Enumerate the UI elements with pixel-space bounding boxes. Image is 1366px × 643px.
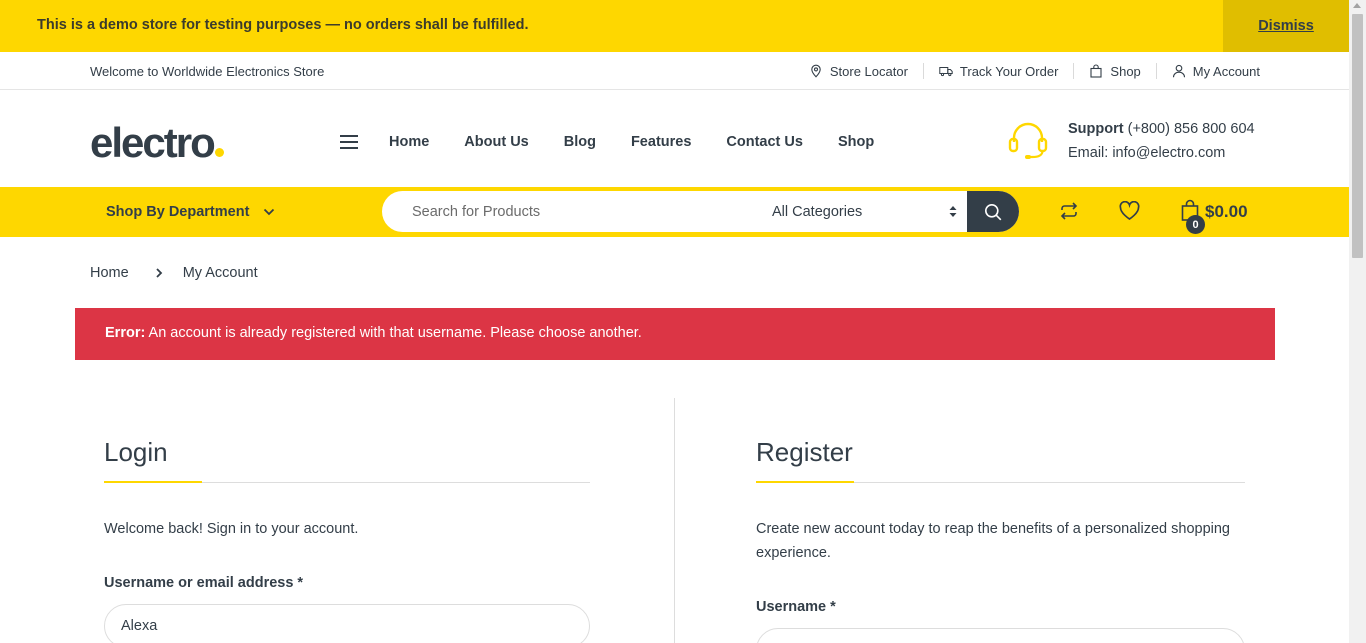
nav-home[interactable]: Home: [389, 134, 429, 150]
headset-icon: [1008, 122, 1048, 159]
register-title: Register: [756, 437, 853, 467]
login-intro: Welcome back! Sign in to your account.: [104, 521, 359, 537]
register-username-label: Username *: [756, 599, 836, 615]
map-pin-icon: [811, 64, 821, 78]
truck-icon: [939, 67, 953, 77]
dismiss-link[interactable]: Dismiss: [1223, 0, 1349, 52]
store-locator-link[interactable]: Store Locator: [794, 63, 923, 79]
login-username-input[interactable]: [104, 604, 590, 643]
support-email: Email: info@electro.com: [1068, 145, 1226, 161]
nav-contact-us[interactable]: Contact Us: [726, 134, 803, 150]
cart-count-badge: 0: [1186, 215, 1205, 234]
page-scrollbar[interactable]: [1349, 0, 1366, 643]
department-search-bar: Shop By Department All Categories 0 $0.0…: [0, 187, 1349, 237]
register-intro: Create new account today to reap the ben…: [756, 521, 1230, 561]
heart-icon[interactable]: [1119, 201, 1140, 221]
cart-total[interactable]: $0.00: [1205, 202, 1248, 222]
support-label: Support: [1068, 121, 1124, 137]
shopping-bag-icon: [1090, 64, 1102, 78]
category-select[interactable]: All Categories: [772, 191, 967, 232]
login-title-accent: [104, 481, 202, 483]
scroll-thumb[interactable]: [1352, 14, 1363, 258]
site-header: electro Home About Us Blog Features Cont…: [0, 90, 1349, 187]
register-title-accent: [756, 481, 854, 483]
breadcrumb-current: My Account: [182, 265, 258, 281]
product-search: All Categories: [382, 191, 1019, 232]
chevron-down-icon: [264, 208, 275, 216]
chevron-right-icon: [156, 268, 162, 278]
site-logo[interactable]: electro: [90, 121, 224, 165]
nav-shop[interactable]: Shop: [838, 134, 874, 150]
my-account-link[interactable]: My Account: [1155, 63, 1260, 79]
welcome-text: Welcome to Worldwide Electronics Store: [90, 64, 325, 79]
error-notice: Error: An account is already registered …: [75, 308, 1275, 360]
login-username-label: Username or email address *: [104, 575, 304, 591]
support-phone-number: (+800) 856 800 604: [1127, 121, 1255, 137]
nav-about-us[interactable]: About Us: [464, 134, 528, 150]
nav-features[interactable]: Features: [631, 134, 691, 150]
breadcrumb: Home My Account: [90, 265, 258, 281]
logo-text: electro: [90, 119, 216, 166]
track-order-label: Track Your Order: [959, 63, 1059, 79]
login-title: Login: [104, 437, 168, 467]
department-label: Shop By Department: [106, 204, 250, 220]
nav-blog[interactable]: Blog: [564, 134, 596, 150]
compare-icon[interactable]: [1059, 201, 1079, 221]
scroll-up-arrow-icon[interactable]: [1353, 3, 1361, 8]
shop-link[interactable]: Shop: [1073, 63, 1155, 79]
top-bar: Welcome to Worldwide Electronics Store S…: [0, 52, 1349, 90]
user-icon: [1172, 64, 1185, 78]
support-phone: Support (+800) 856 800 604: [1068, 121, 1255, 137]
store-locator-label: Store Locator: [829, 63, 908, 79]
top-links: Store Locator Track Your Order Shop My A…: [794, 63, 1260, 79]
demo-notice-text: This is a demo store for testing purpose…: [37, 17, 529, 33]
error-message: An account is already registered with th…: [148, 325, 642, 341]
breadcrumb-home[interactable]: Home: [90, 265, 129, 281]
search-input[interactable]: [382, 191, 762, 232]
shop-label: Shop: [1110, 63, 1141, 79]
column-divider: [674, 398, 675, 643]
hamburger-menu-icon[interactable]: [340, 135, 358, 149]
search-button[interactable]: [967, 191, 1019, 232]
category-selected: All Categories: [772, 203, 863, 220]
logo-dot: [214, 148, 224, 157]
my-account-label: My Account: [1192, 63, 1260, 79]
main-navigation: Home About Us Blog Features Contact Us S…: [389, 134, 874, 150]
shop-by-department-toggle[interactable]: Shop By Department: [106, 204, 275, 220]
track-order-link[interactable]: Track Your Order: [922, 63, 1074, 79]
register-username-input[interactable]: [756, 628, 1245, 643]
select-arrows-icon: [949, 206, 957, 217]
demo-store-notice: This is a demo store for testing purpose…: [0, 0, 1349, 52]
error-prefix: Error:: [105, 325, 146, 341]
search-icon: [985, 203, 1002, 220]
